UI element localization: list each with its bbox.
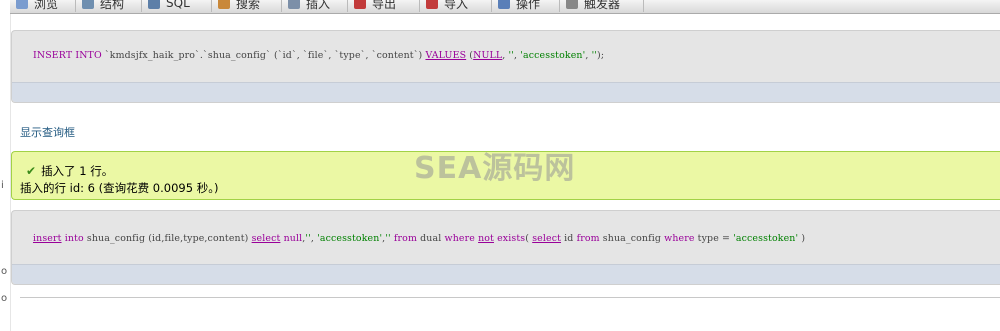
checkmark-icon: ✔ <box>26 164 37 178</box>
sql-text: id <box>561 233 577 244</box>
sql-keyword: exists <box>497 233 526 244</box>
sql-query-text[interactable]: INSERT INTO `kmdsjfx_haik_pro`.`shua_con… <box>33 50 604 61</box>
sql-keyword: where <box>444 233 475 244</box>
sql-text: dual <box>420 233 442 244</box>
sql-text: ) <box>798 233 806 244</box>
export-icon <box>354 0 366 9</box>
sql-string: 'accesstoken' <box>520 50 586 61</box>
import-icon <box>426 0 438 9</box>
sql-keyword[interactable]: not <box>478 233 494 244</box>
insert-id-text: 插入的行 id: 6 (查询花费 0.0095 秒。) <box>20 181 219 195</box>
table-tabs: 浏览 结构 SQL 搜索 插入 导出 导入 操作 触发器 <box>10 0 1000 14</box>
tab-operations[interactable]: 操作 <box>492 0 560 12</box>
sql-string: 'accesstoken' <box>317 233 383 244</box>
tab-browse[interactable]: 浏览 <box>10 0 76 12</box>
tab-label: SQL <box>166 0 190 10</box>
tab-label: 搜索 <box>236 0 261 11</box>
sql-keyword[interactable]: NULL <box>473 50 502 61</box>
tab-insert[interactable]: 插入 <box>282 0 348 12</box>
sql-text: shua_config (id,file,type,content) <box>83 233 252 244</box>
sql-text: ); <box>597 50 605 61</box>
watermark: SEA源码网 <box>414 151 576 186</box>
sql-query-box: insert into shua_config (id,file,type,co… <box>11 210 1000 285</box>
sql-text: `kmdsjfx_haik_pro`.`shua_config` (`id`, … <box>101 50 426 61</box>
sql-keyword: from <box>576 233 600 244</box>
nav-fragment: o <box>1 293 8 304</box>
sql-text: shua_config <box>599 233 665 244</box>
tab-import[interactable]: 导入 <box>420 0 492 12</box>
nav-fragment: o <box>1 266 8 277</box>
operations-icon <box>498 0 510 9</box>
sql-keyword: where <box>664 233 695 244</box>
rows-inserted-text: 插入了 1 行。 <box>41 164 114 178</box>
sql-keyword: INSERT INTO <box>33 50 102 61</box>
tab-label: 结构 <box>100 0 125 11</box>
triggers-icon <box>566 0 578 9</box>
navigation-panel-edge: i o o <box>0 0 11 331</box>
tab-structure[interactable]: 结构 <box>76 0 142 12</box>
sql-keyword: from <box>393 233 418 244</box>
sql-keyword: null <box>283 233 303 244</box>
tab-sql[interactable]: SQL <box>142 0 212 12</box>
tab-label: 导出 <box>372 0 397 11</box>
tab-label: 触发器 <box>584 0 621 11</box>
sql-query-box: INSERT INTO `kmdsjfx_haik_pro`.`shua_con… <box>11 30 1000 103</box>
sql-box-footer <box>12 82 1000 102</box>
show-query-box-link[interactable]: 显示查询框 <box>20 124 75 140</box>
divider <box>20 297 1000 298</box>
tab-export[interactable]: 导出 <box>348 0 420 12</box>
sql-keyword[interactable]: select <box>252 233 281 244</box>
sql-box-footer <box>12 264 1000 284</box>
sql-text: type = <box>694 233 734 244</box>
tab-triggers[interactable]: 触发器 <box>560 0 644 12</box>
sql-keyword[interactable]: insert <box>33 233 62 244</box>
tab-label: 导入 <box>444 0 469 11</box>
sql-keyword[interactable]: VALUES <box>425 50 466 61</box>
tab-label: 插入 <box>306 0 331 11</box>
tab-label: 浏览 <box>34 0 59 11</box>
sql-keyword: into <box>64 233 84 244</box>
structure-icon <box>82 0 94 9</box>
sql-query-text[interactable]: insert into shua_config (id,file,type,co… <box>33 233 805 244</box>
insert-icon <box>288 0 300 9</box>
nav-fragment: i <box>1 180 4 191</box>
tab-label: 操作 <box>516 0 541 11</box>
tab-search[interactable]: 搜索 <box>212 0 282 12</box>
sql-string: 'accesstoken' <box>733 233 799 244</box>
sql-icon <box>148 0 160 9</box>
success-line: ✔ 插入了 1 行。 <box>26 163 113 179</box>
sql-keyword[interactable]: select <box>532 233 561 244</box>
browse-icon <box>16 0 28 9</box>
search-icon <box>218 0 230 9</box>
